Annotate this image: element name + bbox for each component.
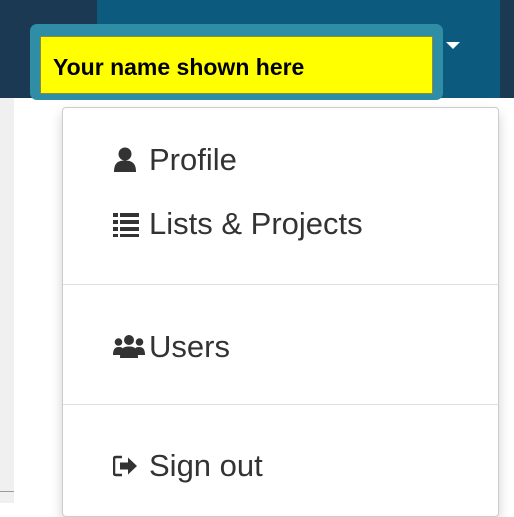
menu-divider bbox=[63, 404, 498, 405]
users-icon bbox=[113, 333, 145, 361]
menu-item-users-label: Users bbox=[149, 329, 230, 364]
page-left-strip-divider bbox=[0, 491, 14, 492]
menu-item-profile[interactable]: Profile bbox=[63, 134, 498, 186]
list-icon bbox=[113, 210, 145, 238]
menu-item-users[interactable]: Users bbox=[63, 321, 498, 373]
menu-divider bbox=[63, 284, 498, 285]
sign-out-icon bbox=[112, 452, 145, 480]
page-left-strip bbox=[0, 98, 14, 503]
menu-item-lists-projects-label: Lists & Projects bbox=[149, 206, 363, 241]
user-menu-caret-icon[interactable] bbox=[446, 42, 460, 49]
navbar-right-segment bbox=[500, 0, 514, 98]
user-name-text: Your name shown here bbox=[53, 54, 305, 80]
user-dropdown-menu: Profile Lists & Projects Users Sign out bbox=[62, 107, 499, 517]
menu-item-sign-out[interactable]: Sign out bbox=[63, 440, 498, 492]
menu-item-profile-label: Profile bbox=[149, 142, 237, 177]
user-icon bbox=[113, 146, 145, 174]
menu-item-sign-out-label: Sign out bbox=[149, 448, 263, 483]
menu-item-lists-projects[interactable]: Lists & Projects bbox=[63, 198, 498, 250]
